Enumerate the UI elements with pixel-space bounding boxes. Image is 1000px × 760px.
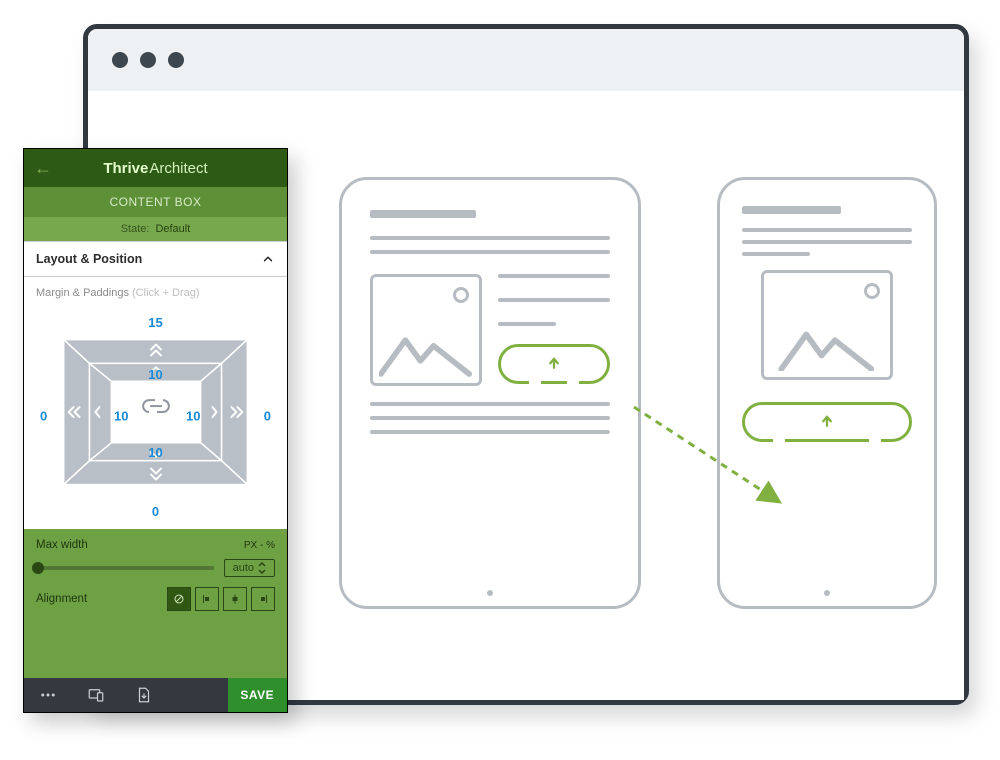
sidebar-panel: ← ThriveArchitect CONTENT BOX State: Def… bbox=[23, 148, 288, 713]
text-placeholder bbox=[370, 430, 610, 434]
state-value: Default bbox=[155, 223, 190, 235]
text-placeholder bbox=[370, 402, 610, 406]
window-dot bbox=[168, 52, 184, 68]
text-placeholder bbox=[498, 274, 610, 278]
responsive-button[interactable] bbox=[72, 678, 120, 712]
sun-icon bbox=[864, 283, 880, 299]
more-options-button[interactable] bbox=[24, 678, 72, 712]
max-width-label: Max width bbox=[36, 539, 88, 551]
padding-bottom-value[interactable]: 10 bbox=[148, 445, 162, 460]
margin-padding-label: Margin & Paddings (Click + Drag) bbox=[24, 277, 287, 303]
text-placeholder bbox=[742, 228, 912, 232]
content-col bbox=[498, 274, 610, 386]
align-left-button[interactable] bbox=[195, 587, 219, 611]
text-placeholder bbox=[498, 298, 610, 302]
file-arrow-icon bbox=[135, 686, 153, 704]
max-width-slider[interactable] bbox=[36, 566, 214, 570]
text-placeholder bbox=[370, 416, 610, 420]
heading-placeholder bbox=[742, 206, 841, 214]
sun-icon bbox=[453, 287, 469, 303]
stepper-icon bbox=[258, 562, 266, 574]
layout-position-header[interactable]: Layout & Position bbox=[24, 241, 287, 277]
section-title: Layout & Position bbox=[36, 252, 142, 266]
panel-header: ← ThriveArchitect bbox=[24, 149, 287, 187]
responsive-arrow-icon bbox=[628, 401, 798, 521]
state-row[interactable]: State: Default bbox=[24, 217, 287, 241]
alignment-buttons bbox=[167, 587, 275, 611]
chevron-up-icon bbox=[261, 252, 275, 266]
px-percent-toggle[interactable]: PX - % bbox=[244, 540, 275, 551]
ellipsis-icon bbox=[39, 686, 57, 704]
browser-titlebar bbox=[88, 29, 964, 91]
back-button[interactable]: ← bbox=[34, 149, 52, 187]
align-center-button[interactable] bbox=[223, 587, 247, 611]
layout-controls: Max width PX - % auto Alignment bbox=[24, 529, 287, 678]
text-placeholder bbox=[742, 252, 810, 256]
padding-left-value[interactable]: 10 bbox=[114, 409, 128, 424]
content-row bbox=[370, 274, 610, 386]
margin-padding-editor[interactable]: 15 0 0 0 10 10 10 10 bbox=[24, 303, 287, 529]
align-none-button[interactable] bbox=[167, 587, 191, 611]
mountain-icon bbox=[379, 328, 473, 377]
text-placeholder bbox=[370, 236, 610, 240]
text-placeholder bbox=[370, 250, 610, 254]
margin-top-value[interactable]: 15 bbox=[148, 315, 162, 330]
padding-right-value[interactable]: 10 bbox=[186, 409, 200, 424]
padding-top-value[interactable]: 10 bbox=[148, 367, 162, 382]
mountain-icon bbox=[770, 323, 885, 371]
align-right-button[interactable] bbox=[251, 587, 275, 611]
slider-thumb[interactable] bbox=[32, 562, 44, 574]
save-button[interactable]: SAVE bbox=[228, 678, 288, 712]
brand-title: ThriveArchitect bbox=[103, 160, 207, 177]
panel-footer: SAVE bbox=[24, 678, 287, 712]
export-button[interactable] bbox=[120, 678, 168, 712]
max-width-value-box[interactable]: auto bbox=[224, 559, 275, 577]
alignment-label: Alignment bbox=[36, 593, 87, 605]
arrow-up-icon bbox=[818, 413, 836, 431]
text-placeholder bbox=[498, 322, 556, 326]
window-dot bbox=[140, 52, 156, 68]
devices-icon bbox=[87, 686, 105, 704]
margin-left-value[interactable]: 0 bbox=[40, 409, 47, 424]
phone-preview bbox=[717, 177, 937, 609]
swap-up-button[interactable] bbox=[498, 344, 610, 384]
arrow-up-icon bbox=[545, 355, 563, 373]
content-col bbox=[370, 274, 482, 386]
window-dot bbox=[112, 52, 128, 68]
heading-placeholder bbox=[370, 210, 476, 218]
state-key: State: bbox=[121, 223, 150, 235]
home-indicator bbox=[824, 590, 830, 596]
tablet-preview bbox=[339, 177, 641, 609]
image-placeholder bbox=[761, 270, 894, 380]
element-label: CONTENT BOX bbox=[24, 187, 287, 217]
text-placeholder bbox=[742, 240, 912, 244]
margin-bottom-value[interactable]: 0 bbox=[152, 504, 159, 519]
home-indicator bbox=[487, 590, 493, 596]
image-placeholder bbox=[370, 274, 482, 386]
margin-right-value[interactable]: 0 bbox=[264, 409, 271, 424]
